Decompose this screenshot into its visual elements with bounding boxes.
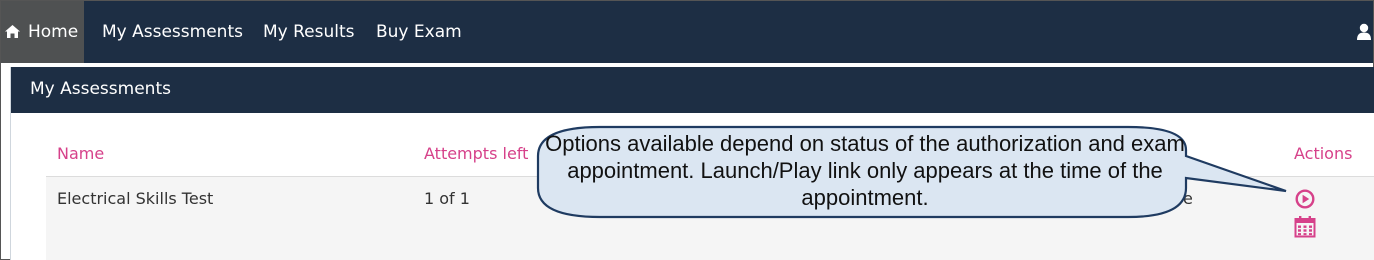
row-attempts-cell: 1 of 1: [424, 189, 470, 208]
play-icon[interactable]: [1295, 189, 1315, 209]
home-icon: [5, 25, 20, 38]
user-icon[interactable]: [1357, 23, 1371, 40]
panel-header: My Assessments: [11, 67, 1374, 113]
nav-item-home[interactable]: Home: [1, 1, 84, 63]
row-name-cell: Electrical Skills Test: [57, 189, 214, 208]
nav-item-my-assessments[interactable]: My Assessments: [102, 1, 243, 63]
nav-item-home-label: Home: [28, 22, 79, 42]
nav-item-buy-exam[interactable]: Buy Exam: [376, 1, 462, 63]
nav-item-my-results[interactable]: My Results: [263, 1, 355, 63]
panel-title: My Assessments: [30, 79, 171, 99]
column-header-name[interactable]: Name: [57, 144, 104, 163]
calendar-icon[interactable]: [1294, 215, 1316, 238]
top-navbar: Home My Assessments My Results Buy Exam: [1, 1, 1373, 63]
column-header-actions: Actions: [1294, 144, 1353, 163]
callout-text: Options available depend on status of th…: [545, 131, 1185, 210]
column-header-attempts-left[interactable]: Attempts left: [424, 144, 528, 163]
